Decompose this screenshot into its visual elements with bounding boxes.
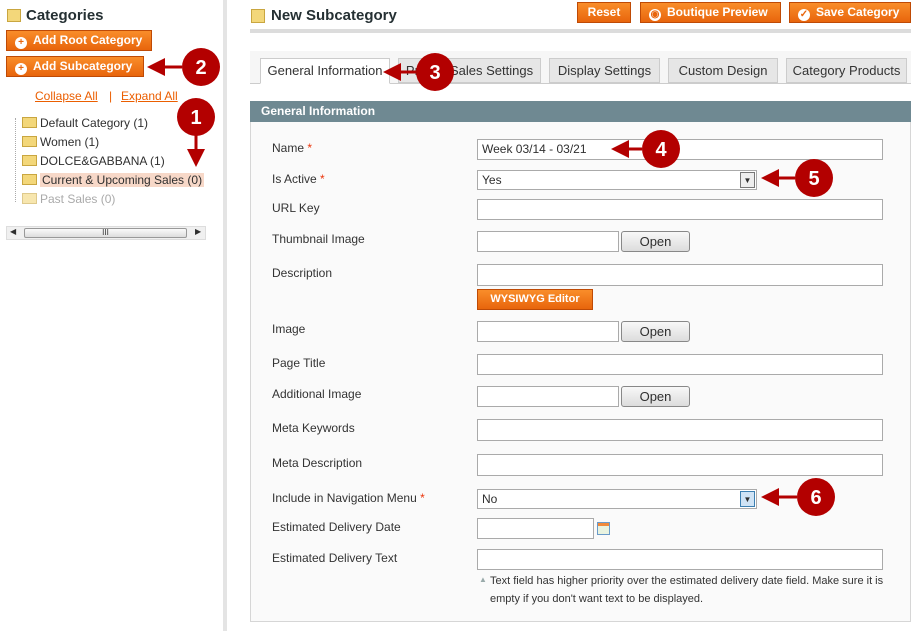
marker-1: 1	[177, 98, 215, 167]
marker-4: 4	[611, 130, 680, 168]
svg-text:1: 1	[190, 107, 201, 129]
marker-3: 3	[383, 53, 454, 91]
svg-text:6: 6	[810, 487, 821, 509]
svg-text:2: 2	[195, 57, 206, 79]
marker-6: 6	[761, 478, 835, 516]
callout-overlay: 1 2 3 4 5 6	[147, 48, 835, 516]
svg-text:5: 5	[808, 168, 819, 190]
marker-2: 2	[147, 48, 220, 86]
svg-text:3: 3	[429, 62, 440, 84]
svg-text:4: 4	[655, 139, 667, 161]
marker-5: 5	[761, 159, 833, 197]
